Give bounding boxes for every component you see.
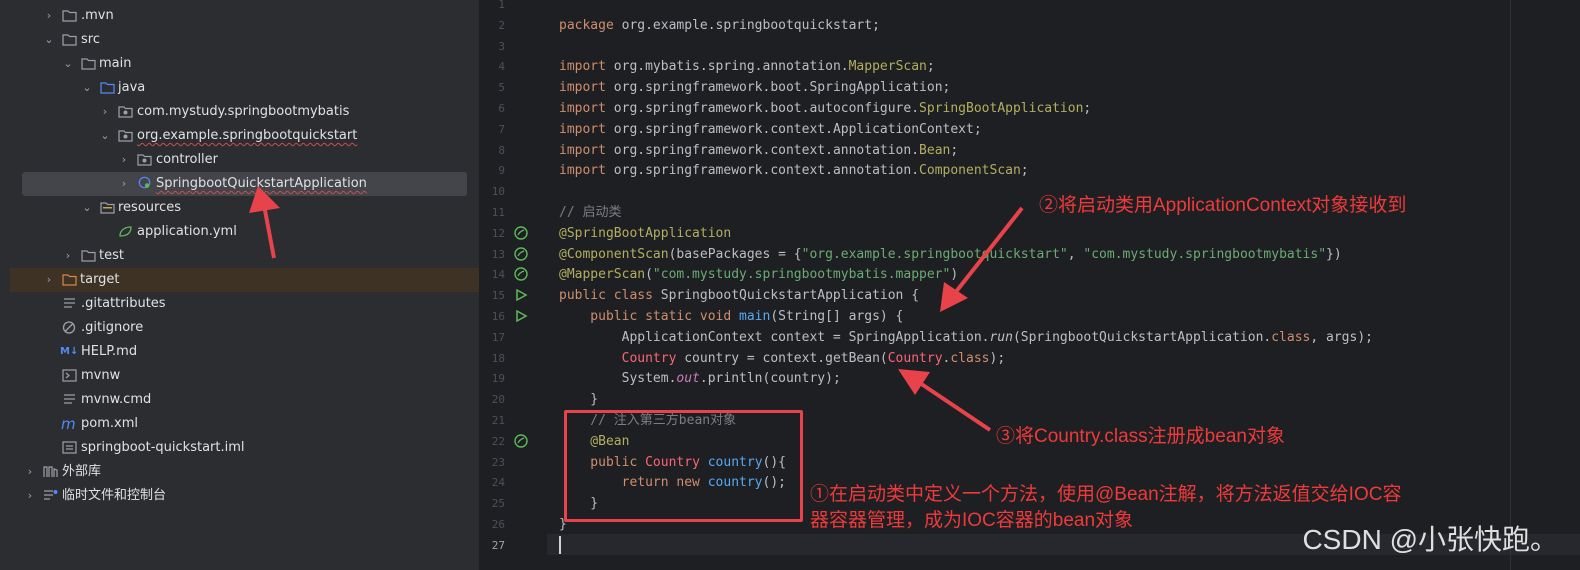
watermark: CSDN @小张快跑。 (1302, 524, 1558, 555)
annotation-note-1-line2: 器容器管理，成为IOC容器的bean对象 (810, 510, 1134, 531)
annotation-note-3: ③将Country.class注册成bean对象 (996, 426, 1285, 447)
arrow-to-tree-item (249, 186, 280, 259)
annotation-note-2: ②将启动类用ApplicationContext对象接收到 (1039, 195, 1407, 216)
annotation-note-1-line1: ①在启动类中定义一个方法，使用@Bean注解，将方法返值交给IOC容 (810, 484, 1402, 505)
arrow-to-getbean-line (898, 369, 992, 432)
arrow-to-context-line (940, 206, 1024, 312)
